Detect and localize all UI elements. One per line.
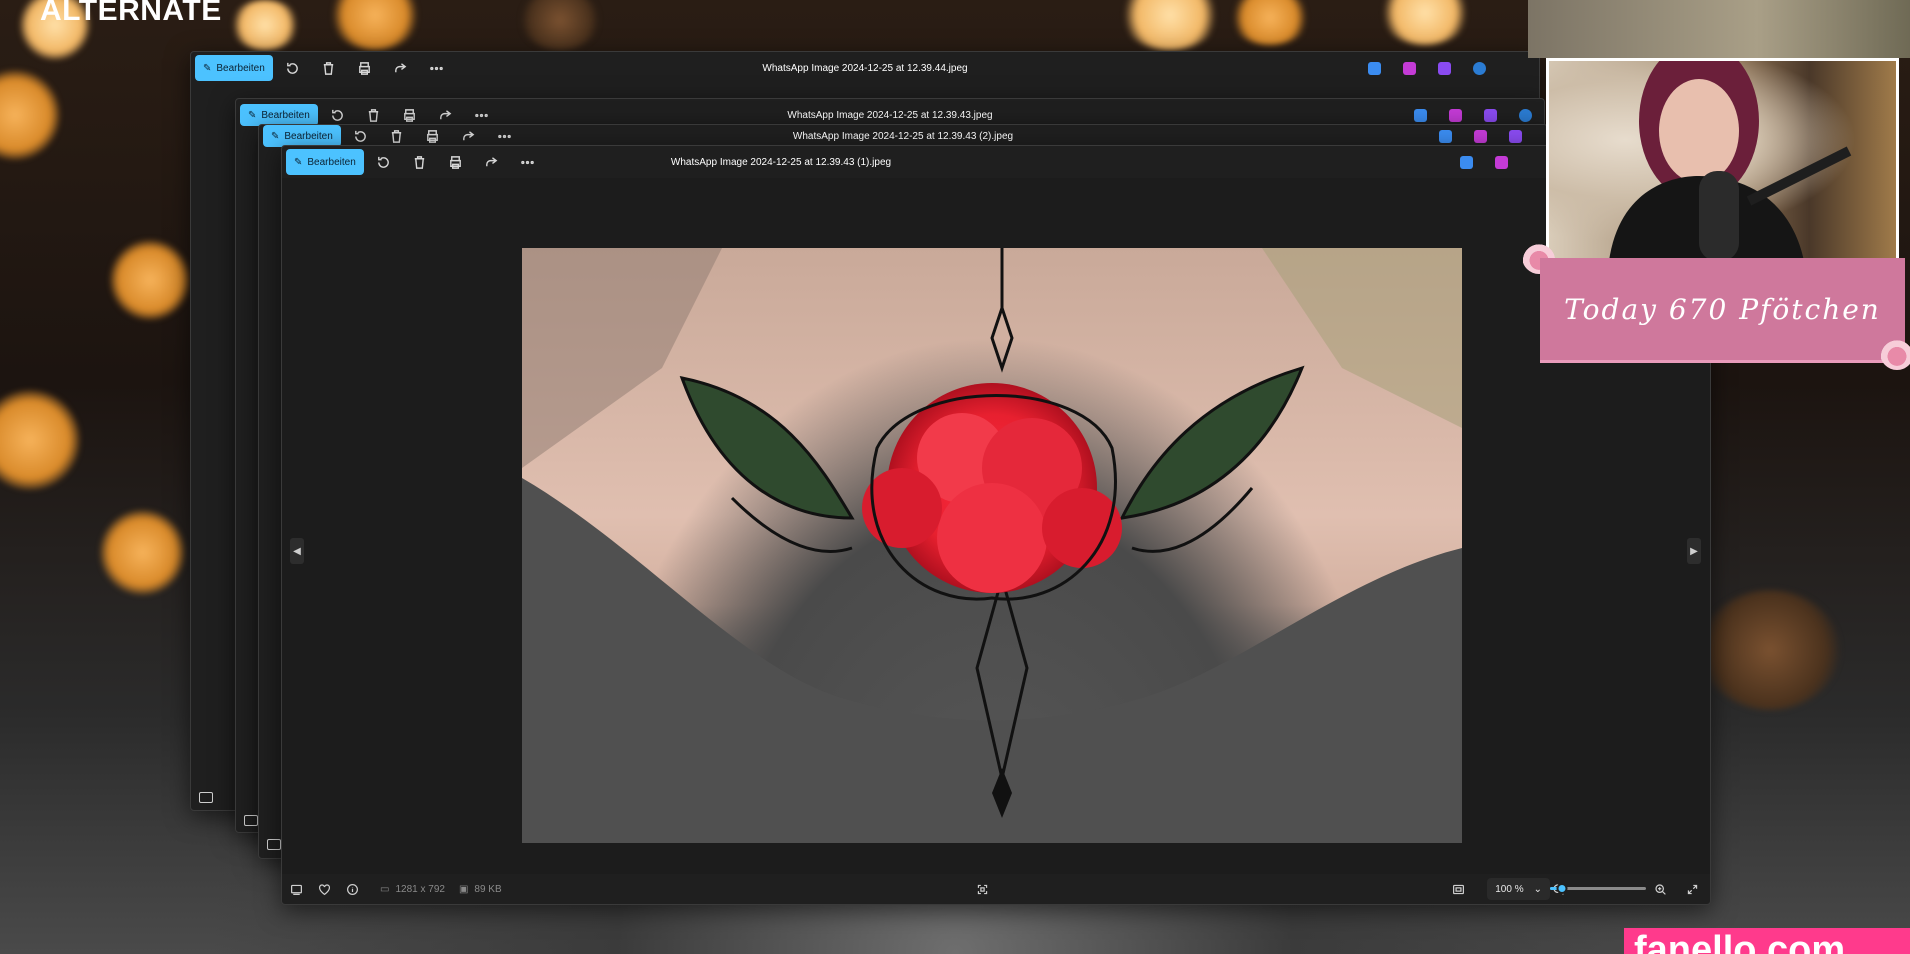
zoom-in-icon[interactable] — [1646, 877, 1674, 901]
bokeh-light — [110, 240, 190, 320]
more-icon[interactable] — [512, 149, 544, 175]
more-icon[interactable] — [421, 55, 453, 81]
bokeh-light — [230, 0, 300, 50]
delete-icon[interactable] — [381, 126, 413, 146]
bokeh-light — [1120, 0, 1220, 50]
share-icon[interactable] — [385, 55, 417, 81]
edit-button[interactable]: ✎ Bearbeiten — [263, 125, 341, 147]
edit-button-label: Bearbeiten — [307, 156, 356, 168]
bokeh-light — [100, 510, 185, 595]
designer-icon[interactable] — [1368, 61, 1381, 75]
window-toolbar: ✎ Bearbeiten WhatsApp Image 2024-12-25 a… — [191, 52, 1539, 84]
watermark: fanello.com — [1624, 928, 1910, 954]
print-icon[interactable] — [417, 126, 449, 146]
window-toolbar: ✎ Bearbeiten WhatsApp Image 2024-12-25 a… — [259, 125, 1547, 147]
tattoo-illustration — [522, 248, 1462, 843]
edit-button[interactable]: ✎ Bearbeiten — [286, 149, 364, 175]
more-icon[interactable] — [489, 126, 521, 146]
bokeh-light — [0, 70, 60, 160]
filmstrip-icon[interactable] — [267, 839, 281, 850]
image-canvas: ◀ ▶ — [282, 178, 1710, 874]
filmstrip-icon[interactable] — [244, 815, 258, 826]
zoom-level-dropdown[interactable]: 100 % ⌄ — [1487, 878, 1550, 900]
favorite-icon[interactable] — [310, 877, 338, 901]
clipchamp-icon[interactable] — [1403, 61, 1416, 75]
previous-image-button[interactable]: ◀ — [290, 538, 304, 564]
delete-icon[interactable] — [313, 55, 345, 81]
webcam-feed — [1546, 58, 1899, 258]
designer-icon[interactable] — [1414, 108, 1427, 122]
status-bar: ▭ 1281 x 792 ▣ 89 KB 100 % ⌄ — [282, 874, 1710, 904]
photo-viewer-window-main[interactable]: ✎ Bearbeiten WhatsApp Image 2024-12-25 a… — [281, 145, 1711, 905]
onedrive-icon[interactable] — [1519, 108, 1532, 122]
edit-button-label: Bearbeiten — [261, 109, 310, 121]
paw-icon — [1880, 336, 1910, 370]
share-icon[interactable] — [453, 126, 485, 146]
rotate-icon[interactable] — [277, 55, 309, 81]
zoom-slider[interactable] — [1550, 883, 1646, 894]
webcam-frame-top — [1528, 0, 1910, 58]
brand-logo: ALTERNATE — [40, 0, 222, 27]
photos-icon[interactable] — [1438, 61, 1451, 75]
edit-icon: ✎ — [248, 109, 257, 121]
clipchamp-icon[interactable] — [1449, 108, 1462, 122]
chevron-down-icon: ⌄ — [1533, 883, 1542, 895]
app-icons — [1368, 61, 1486, 75]
bokeh-light — [1230, 0, 1310, 45]
bokeh-light — [520, 0, 600, 50]
actual-size-icon[interactable] — [1444, 877, 1472, 901]
delete-icon[interactable] — [404, 149, 436, 175]
counter-text: Today 670 Pfötchen — [1564, 292, 1881, 326]
edit-button-label: Bearbeiten — [216, 62, 265, 74]
app-icons — [1460, 155, 1508, 169]
bokeh-light — [1700, 590, 1840, 710]
next-image-button[interactable]: ▶ — [1687, 538, 1701, 564]
edit-button[interactable]: ✎ Bearbeiten — [195, 55, 273, 81]
follower-counter-overlay: Today 670 Pfötchen — [1540, 258, 1905, 363]
bokeh-light — [330, 0, 420, 50]
fit-to-screen-icon[interactable] — [968, 877, 996, 901]
photos-icon[interactable] — [1484, 108, 1497, 122]
image-dimensions: 1281 x 792 — [395, 883, 445, 895]
app-icons — [1439, 129, 1522, 143]
clipchamp-icon[interactable] — [1495, 155, 1508, 169]
edit-icon: ✎ — [203, 62, 212, 74]
bokeh-light — [1380, 0, 1470, 45]
file-size: 89 KB — [474, 883, 502, 895]
info-icon[interactable] — [338, 877, 366, 901]
print-icon[interactable] — [349, 55, 381, 81]
designer-icon[interactable] — [1439, 129, 1452, 143]
edit-button-label: Bearbeiten — [284, 130, 333, 142]
edit-icon: ✎ — [271, 130, 280, 142]
photos-icon[interactable] — [1509, 129, 1522, 143]
share-icon[interactable] — [476, 149, 508, 175]
app-icons — [1414, 108, 1532, 122]
window-toolbar: ✎ Bearbeiten WhatsApp Image 2024-12-25 a… — [282, 146, 1710, 178]
displayed-photo — [522, 248, 1462, 843]
fullscreen-icon[interactable] — [1678, 877, 1706, 901]
clipchamp-icon[interactable] — [1474, 129, 1487, 143]
zoom-level: 100 % — [1495, 883, 1524, 895]
edit-icon: ✎ — [294, 156, 303, 168]
file-size-icon: ▣ — [458, 883, 469, 895]
bokeh-light — [0, 390, 80, 490]
dimensions-icon: ▭ — [380, 883, 390, 895]
rotate-icon[interactable] — [345, 126, 377, 146]
filmstrip-icon[interactable] — [199, 792, 213, 803]
edit-button[interactable]: ✎ Bearbeiten — [240, 104, 318, 126]
streamer-silhouette — [1609, 61, 1852, 258]
zoom-slider-handle[interactable] — [1556, 883, 1568, 894]
print-icon[interactable] — [440, 149, 472, 175]
rotate-icon[interactable] — [368, 149, 400, 175]
designer-icon[interactable] — [1460, 155, 1473, 169]
onedrive-icon[interactable] — [1473, 61, 1486, 75]
filmstrip-icon[interactable] — [282, 877, 310, 901]
